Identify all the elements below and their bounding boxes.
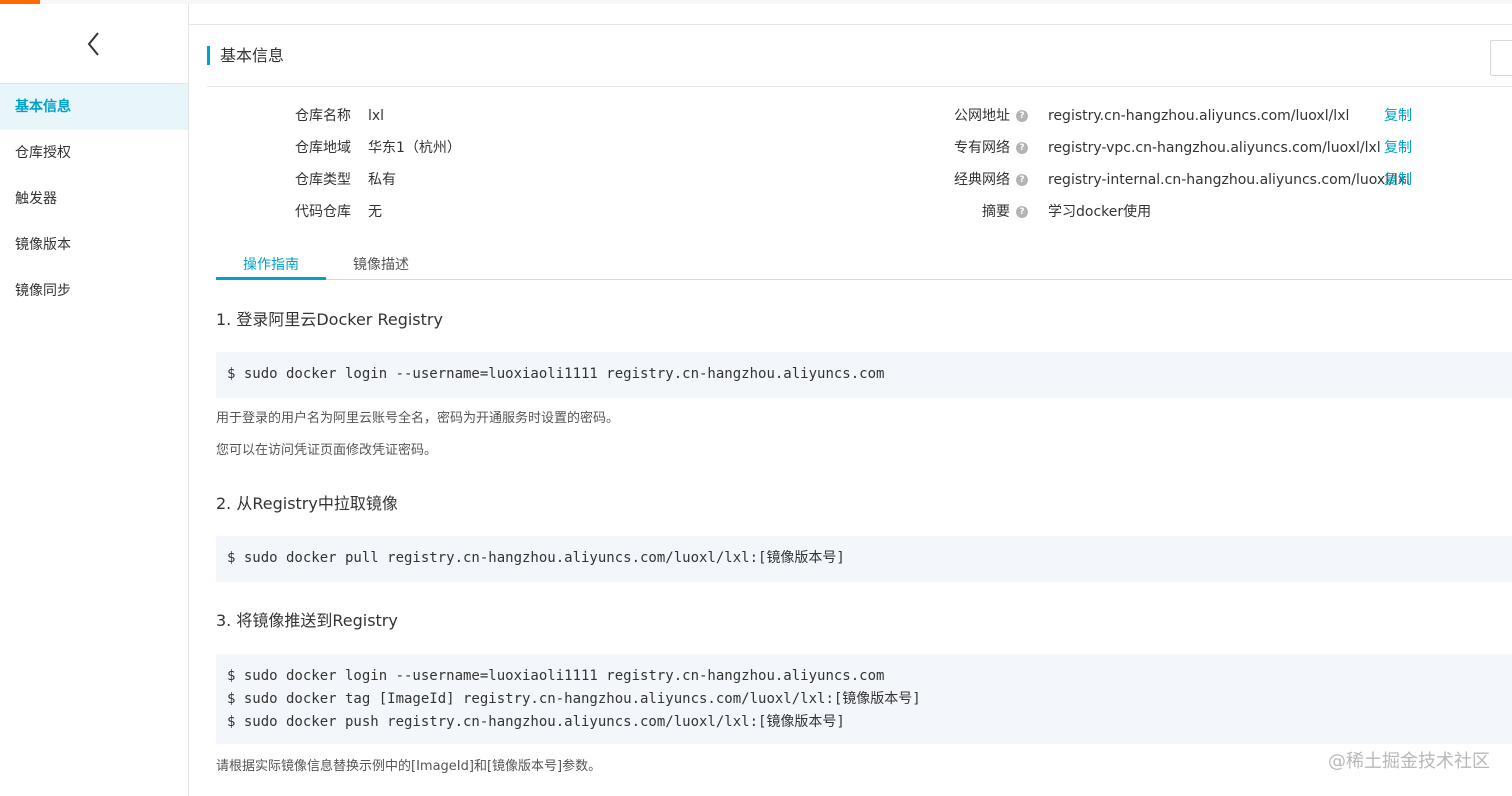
info-row-repo-type: 仓库类型 私有 <box>189 170 889 190</box>
info-label: 代码仓库 <box>295 204 351 220</box>
info-value: registry-internal.cn-hangzhou.aliyuncs.c… <box>1048 172 1410 188</box>
info-value: lxl <box>368 108 385 124</box>
tab-description[interactable]: 镜像描述 <box>326 252 436 280</box>
info-row-summary: 摘要 ? 学习docker使用 <box>889 202 1512 222</box>
sidebar-item-repo-auth[interactable]: 仓库授权 <box>0 130 188 176</box>
info-row-vpc-address: 专有网络 ? registry-vpc.cn-hangzhou.aliyuncs… <box>889 138 1512 158</box>
code-line: $ sudo docker tag [ImageId] registry.cn-… <box>227 691 921 707</box>
step-1-title: 1. 登录阿里云Docker Registry <box>216 310 443 329</box>
sidebar: 基本信息 仓库授权 触发器 镜像版本 镜像同步 <box>0 4 189 796</box>
code-line: $ sudo docker pull registry.cn-hangzhou.… <box>227 550 845 566</box>
info-value: 华东1（杭州） <box>368 140 461 156</box>
help-icon[interactable]: ? <box>1016 110 1028 122</box>
header-divider <box>189 24 1512 25</box>
step-2-title: 2. 从Registry中拉取镜像 <box>216 494 398 513</box>
code-line: $ sudo docker push registry.cn-hangzhou.… <box>227 714 845 730</box>
info-value: registry.cn-hangzhou.aliyuncs.com/luoxl/… <box>1048 108 1350 124</box>
chevron-left-icon <box>87 31 99 56</box>
help-icon[interactable]: ? <box>1016 142 1028 154</box>
copy-link[interactable]: 复制 <box>1384 170 1412 190</box>
info-label: 仓库名称 <box>295 108 351 124</box>
info-row-region: 仓库地域 华东1（杭州） <box>189 138 889 158</box>
tab-guide[interactable]: 操作指南 <box>216 252 326 280</box>
help-icon[interactable]: ? <box>1016 174 1028 186</box>
info-value: 无 <box>368 204 382 220</box>
back-button[interactable] <box>0 4 188 84</box>
code-block-push[interactable]: $ sudo docker login --username=luoxiaoli… <box>216 654 1512 744</box>
section-accent-bar <box>207 46 210 65</box>
code-line: $ sudo docker login --username=luoxiaoli… <box>227 366 885 382</box>
copy-link[interactable]: 复制 <box>1384 138 1412 158</box>
info-value: registry-vpc.cn-hangzhou.aliyuncs.com/lu… <box>1048 140 1381 156</box>
info-row-internal-address: 经典网络 ? registry-internal.cn-hangzhou.ali… <box>889 170 1512 190</box>
info-row-repo-name: 仓库名称 lxl <box>189 106 889 126</box>
info-row-public-address: 公网地址 ? registry.cn-hangzhou.aliyuncs.com… <box>889 106 1512 126</box>
info-label: 专有网络 <box>954 140 1010 156</box>
note-text: 您可以在访问凭证页面修改凭证密码。 <box>216 443 438 458</box>
watermark: @稀土掘金技术社区 <box>1328 751 1490 772</box>
info-value: 学习docker使用 <box>1048 204 1152 220</box>
code-block-login[interactable]: $ sudo docker login --username=luoxiaoli… <box>216 352 1512 398</box>
note-text: 请根据实际镜像信息替换示例中的[ImageId]和[镜像版本号]参数。 <box>216 759 602 774</box>
sidebar-item-basic-info[interactable]: 基本信息 <box>0 84 188 130</box>
sidebar-item-image-sync[interactable]: 镜像同步 <box>0 268 188 314</box>
step-3-title: 3. 将镜像推送到Registry <box>216 611 398 630</box>
info-label: 仓库类型 <box>295 172 351 188</box>
sidebar-item-image-versions[interactable]: 镜像版本 <box>0 222 188 268</box>
code-block-pull[interactable]: $ sudo docker pull registry.cn-hangzhou.… <box>216 536 1512 582</box>
info-label: 仓库地域 <box>295 140 351 156</box>
tab-bar: 操作指南 镜像描述 <box>216 252 1512 280</box>
info-label: 公网地址 <box>954 108 1010 124</box>
info-label: 摘要 <box>982 204 1010 220</box>
main-content: 基本信息 仓库名称 lxl 仓库地域 华东1（杭州） 仓库类型 私有 代码仓库 … <box>189 4 1512 796</box>
section-title: 基本信息 <box>220 46 285 65</box>
copy-link[interactable]: 复制 <box>1384 106 1412 126</box>
header-action-button[interactable] <box>1490 40 1512 76</box>
code-line: $ sudo docker login --username=luoxiaoli… <box>227 668 885 684</box>
sidebar-item-triggers[interactable]: 触发器 <box>0 176 188 222</box>
info-label: 经典网络 <box>954 172 1010 188</box>
info-value: 私有 <box>368 172 396 188</box>
help-icon[interactable]: ? <box>1016 206 1028 218</box>
sidebar-nav: 基本信息 仓库授权 触发器 镜像版本 镜像同步 <box>0 84 188 314</box>
info-row-code-repo: 代码仓库 无 <box>189 202 889 222</box>
note-text: 用于登录的用户名为阿里云账号全名，密码为开通服务时设置的密码。 <box>216 411 620 426</box>
section-divider <box>207 86 1512 87</box>
